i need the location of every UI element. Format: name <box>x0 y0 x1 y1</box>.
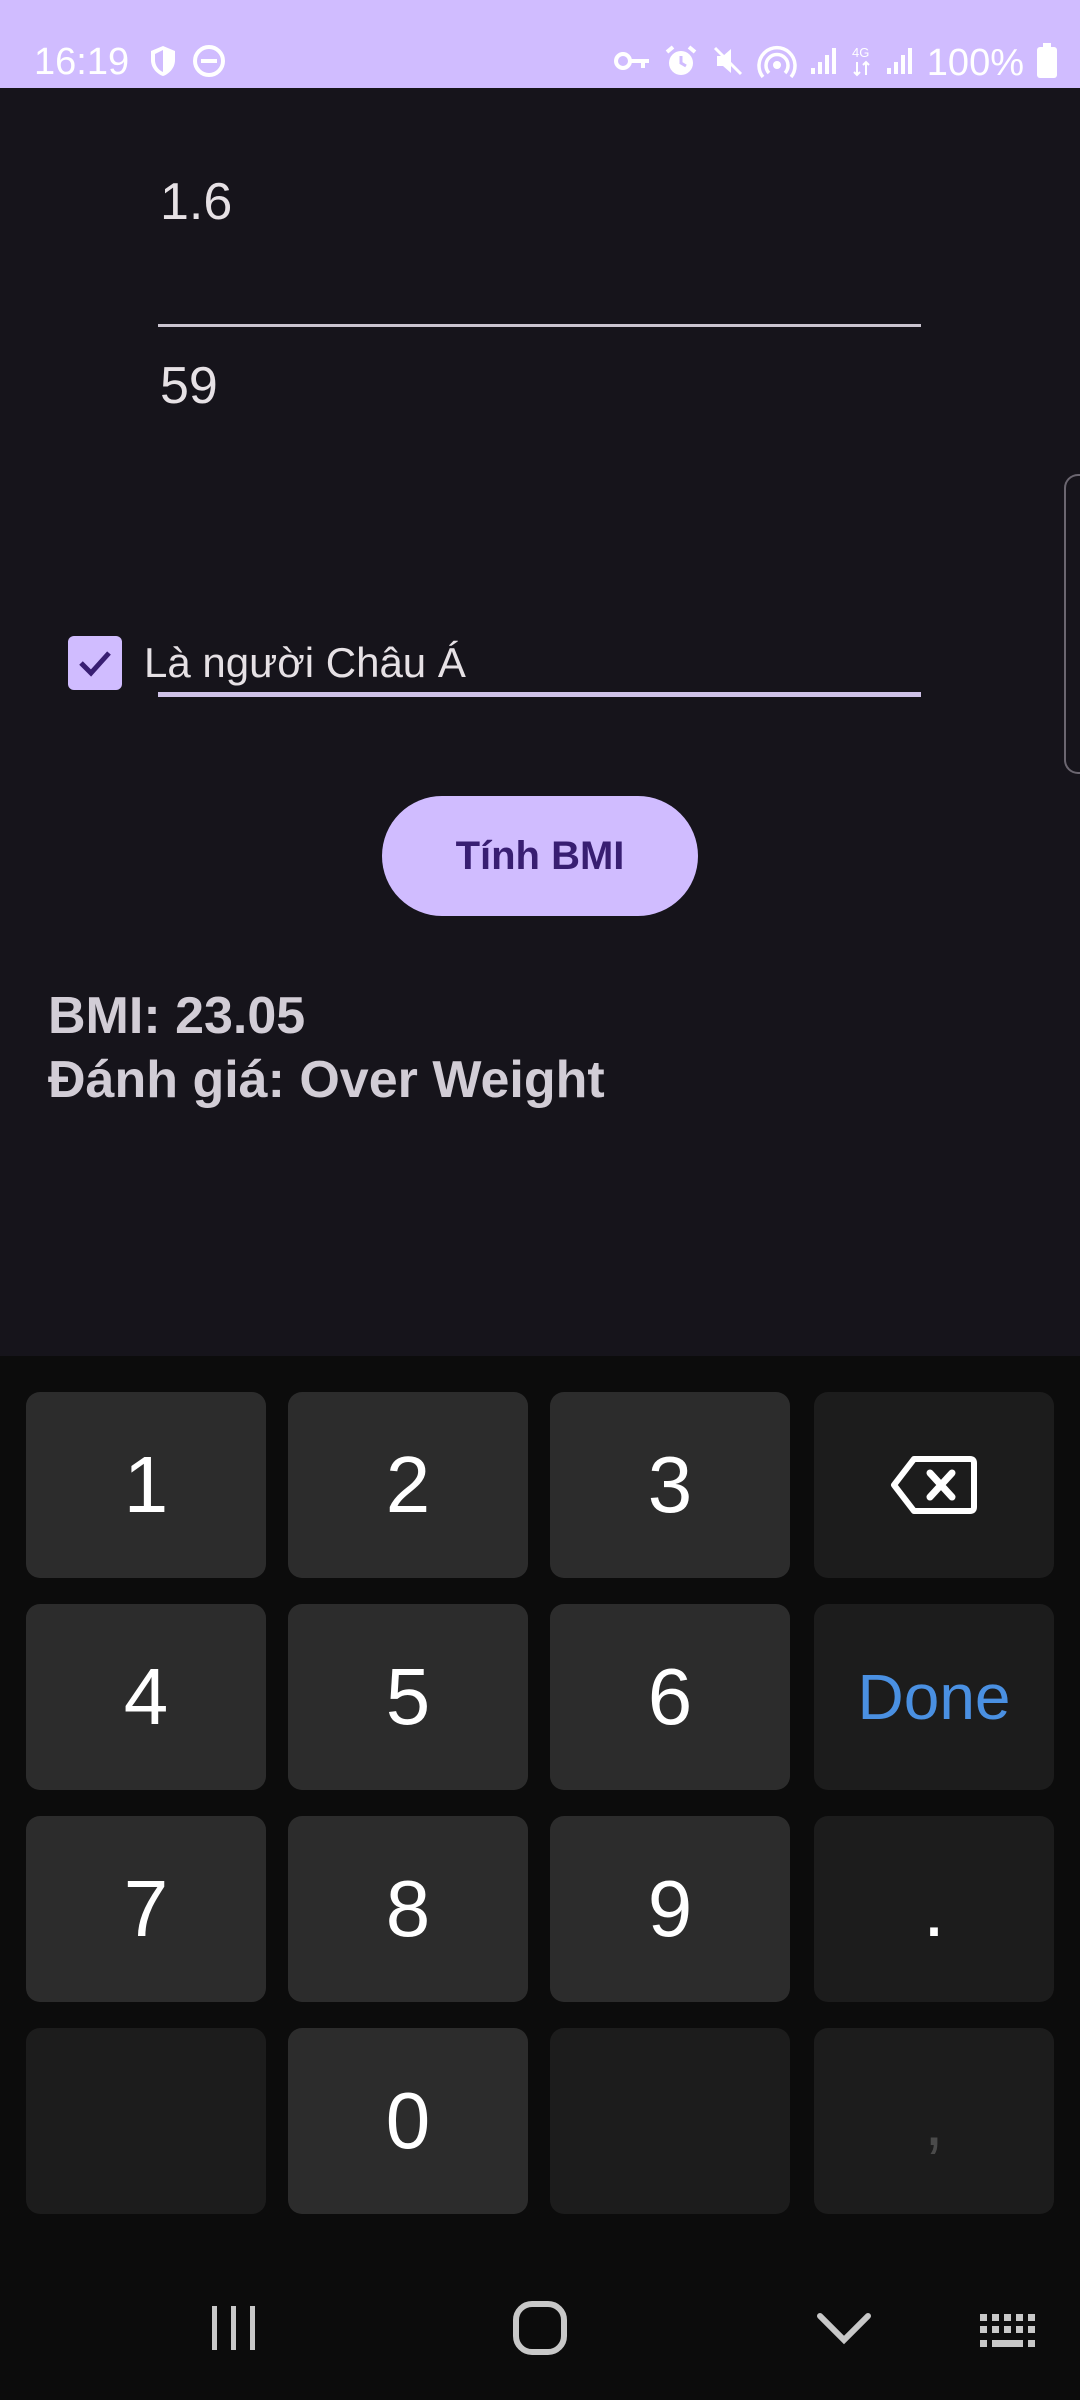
key-7[interactable]: 7 <box>26 1816 266 2002</box>
asian-checkbox-label: Là người Châu Á <box>144 639 466 686</box>
hide-keyboard-icon[interactable] <box>816 2310 872 2351</box>
key-9[interactable]: 9 <box>550 1816 790 2002</box>
key-3[interactable]: 3 <box>550 1392 790 1578</box>
home-icon[interactable] <box>512 2300 568 2361</box>
do-not-disturb-icon <box>192 44 226 83</box>
svg-text:4G: 4G <box>852 45 869 60</box>
bmi-result: BMI: 23.05 Đánh giá: Over Weight <box>48 984 605 1112</box>
key-2[interactable]: 2 <box>288 1392 528 1578</box>
key-8[interactable]: 8 <box>288 1816 528 2002</box>
bmi-value-text: BMI: 23.05 <box>48 987 306 1045</box>
vpn-key-icon <box>613 48 651 79</box>
battery-icon <box>1036 42 1058 84</box>
empty-key-left <box>26 2028 266 2214</box>
mute-icon <box>711 44 745 83</box>
asian-checkbox-row[interactable]: Là người Châu Á <box>68 636 466 690</box>
calculate-bmi-button[interactable]: Tính BMI <box>382 796 698 916</box>
key-6[interactable]: 6 <box>550 1604 790 1790</box>
status-right-icons: 4G 100% <box>613 40 1058 86</box>
bmi-rating-text: Đánh giá: Over Weight <box>48 1051 605 1109</box>
status-time: 16:19 <box>34 41 130 83</box>
height-input[interactable]: 1.6 <box>158 170 921 327</box>
backspace-key[interactable] <box>814 1392 1054 1578</box>
dot-key[interactable]: . <box>814 1816 1054 2002</box>
status-bar: 16:19 4G 100% <box>0 0 1080 88</box>
recent-apps-icon[interactable] <box>208 2302 260 2359</box>
battery-percentage: 100% <box>926 42 1024 84</box>
keyboard-switch-icon[interactable] <box>978 2312 1042 2355</box>
height-input-value: 1.6 <box>160 173 233 231</box>
backspace-icon <box>891 1456 977 1514</box>
weight-input-underline <box>158 692 921 697</box>
numeric-keyboard: 1 2 3 4 5 6 Done 7 8 9 . 0 , <box>0 1356 1080 2230</box>
asian-checkbox[interactable] <box>68 636 122 690</box>
weight-input[interactable]: 59 <box>158 354 921 697</box>
key-0[interactable]: 0 <box>288 2028 528 2214</box>
comma-key[interactable]: , <box>814 2028 1054 2214</box>
key-5[interactable]: 5 <box>288 1604 528 1790</box>
hotspot-icon <box>757 43 797 84</box>
alarm-icon <box>663 43 699 84</box>
key-1[interactable]: 1 <box>26 1392 266 1578</box>
done-key[interactable]: Done <box>814 1604 1054 1790</box>
bmi-app-screen: 1.6 59 Là người Châu Á Tính BMI BMI: 23.… <box>0 88 1080 1356</box>
status-left-icons <box>148 44 226 83</box>
edge-panel-handle[interactable] <box>1064 474 1080 774</box>
height-input-underline <box>158 324 921 327</box>
key-4[interactable]: 4 <box>26 1604 266 1790</box>
signal-icon <box>809 46 839 81</box>
checkmark-icon <box>79 651 111 677</box>
shield-icon <box>148 44 178 83</box>
signal-icon-2 <box>885 46 915 81</box>
weight-input-value: 59 <box>160 357 218 415</box>
navigation-bar <box>0 2230 1080 2400</box>
empty-key-middle <box>550 2028 790 2214</box>
4g-icon: 4G <box>851 44 873 83</box>
